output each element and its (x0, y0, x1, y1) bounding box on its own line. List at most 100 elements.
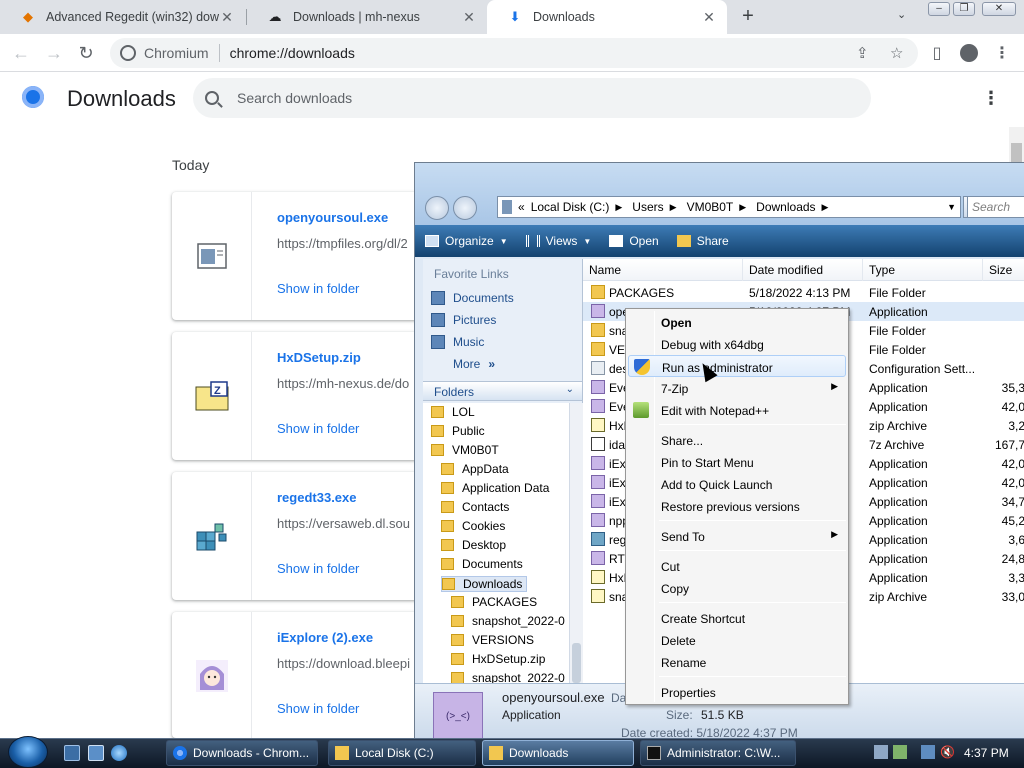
share-button[interactable]: Share (676, 234, 729, 248)
tree-folder-item[interactable]: Application Data (441, 481, 549, 495)
chevron-right-icon[interactable]: ▶ (670, 202, 677, 213)
favorite-pictures[interactable]: Pictures (431, 313, 496, 327)
tree-folder-item[interactable]: VM0B0T (431, 443, 499, 457)
tree-folder-item[interactable]: snapshot_2022-0 (451, 614, 565, 628)
display-icon[interactable] (921, 745, 935, 759)
page-scrollbar-thumb[interactable] (1011, 143, 1022, 163)
tree-folder-item[interactable]: Downloads (441, 576, 528, 592)
search-downloads-input[interactable]: Search downloads (193, 78, 871, 118)
tree-folder-item[interactable]: AppData (441, 462, 509, 476)
views-button[interactable]: Views ▼ (525, 234, 591, 248)
volume-muted-icon[interactable]: 🔇 (940, 745, 955, 759)
taskbar-button[interactable]: Local Disk (C:) (328, 740, 476, 766)
address-bar[interactable]: Chromium chrome://downloads ⇪ ☆ (110, 38, 918, 68)
start-button[interactable] (8, 736, 48, 768)
column-size[interactable]: Size (983, 259, 1024, 281)
tree-scrollbar[interactable] (569, 403, 583, 685)
reload-button[interactable]: ↻ (75, 42, 97, 64)
menu-item-run-as-administrator[interactable]: Run as administrator (628, 355, 846, 377)
explorer-search-input[interactable]: Search (967, 196, 1024, 218)
download-url[interactable]: https://tmpfiles.org/dl/2 (277, 236, 408, 251)
close-window-button[interactable]: ✕ (982, 2, 1016, 16)
menu-item-debug-with-x64dbg[interactable]: Debug with x64dbg (628, 333, 846, 355)
tree-folder-item[interactable]: Cookies (441, 519, 505, 533)
file-row[interactable]: PACKAGES 5/18/2022 4:13 PM File Folder (583, 283, 1024, 302)
tab-advanced-regedit[interactable]: ◆ Advanced Regedit (win32) downl ✕ (0, 0, 245, 34)
download-url[interactable]: https://versaweb.dl.sou (277, 516, 410, 531)
taskbar-button[interactable]: Downloads (482, 740, 634, 766)
show-in-folder-link[interactable]: Show in folder (277, 421, 359, 436)
address-segment[interactable]: VM0B0T (687, 200, 734, 214)
bookmark-star-icon[interactable]: ☆ (890, 44, 903, 62)
tab-search-button[interactable]: ⌄ (897, 8, 906, 21)
menu-item-create-shortcut[interactable]: Create Shortcut (628, 607, 846, 629)
more-options-icon[interactable]: ⋮ (982, 88, 1000, 108)
menu-item-share[interactable]: Share... (628, 429, 846, 451)
share-icon[interactable]: ⇪ (856, 44, 869, 62)
side-panel-icon[interactable]: ▯ (926, 42, 948, 64)
tree-folder-item[interactable]: HxDSetup.zip (451, 652, 545, 666)
chevron-right-icon[interactable]: ▶ (739, 202, 746, 213)
menu-item-send-to[interactable]: Send To ▶ (628, 525, 846, 547)
close-icon[interactable]: ✕ (701, 9, 717, 25)
menu-item-edit-with-notepad[interactable]: Edit with Notepad++ (628, 399, 846, 421)
favorite-music[interactable]: Music (431, 335, 484, 349)
minimize-button[interactable]: – (928, 2, 950, 16)
column-type[interactable]: Type (863, 259, 983, 281)
tree-folder-item[interactable]: VERSIONS (451, 633, 534, 647)
forward-button[interactable]: → (43, 42, 65, 64)
tray-app-icon[interactable] (893, 745, 907, 759)
switch-windows-icon[interactable] (88, 745, 104, 761)
chevron-down-icon[interactable]: ▼ (947, 202, 956, 212)
menu-item-cut[interactable]: Cut (628, 555, 846, 577)
show-in-folder-link[interactable]: Show in folder (277, 701, 359, 716)
tree-folder-item[interactable]: Desktop (441, 538, 506, 552)
menu-item-copy[interactable]: Copy (628, 577, 846, 599)
show-desktop-icon[interactable] (64, 745, 80, 761)
organize-button[interactable]: Organize ▼ (425, 234, 508, 248)
menu-item-pin-to-start-menu[interactable]: Pin to Start Menu (628, 451, 846, 473)
menu-kebab-icon[interactable]: ⋮ (991, 42, 1013, 64)
menu-item-restore-previous-versions[interactable]: Restore previous versions (628, 495, 846, 517)
explorer-address-bar[interactable]: « Local Disk (C:) ▶ Users ▶ VM0B0T ▶ Downlo… (497, 196, 961, 218)
address-segment[interactable]: Downloads (756, 200, 815, 214)
network-icon[interactable] (874, 745, 888, 759)
address-segment[interactable]: Users (632, 200, 663, 214)
column-date-modified[interactable]: Date modified (743, 259, 863, 281)
favorites-more-link[interactable]: More » (453, 357, 495, 371)
download-filename-link[interactable]: iExplore (2).exe (277, 630, 373, 645)
download-url[interactable]: https://download.bleepi (277, 656, 410, 671)
menu-item-7-zip[interactable]: 7-Zip ▶ (628, 377, 846, 399)
close-icon[interactable]: ✕ (219, 9, 235, 25)
tree-folder-item[interactable]: LOL (431, 405, 475, 419)
download-filename-link[interactable]: regedt33.exe (277, 490, 357, 505)
address-segment[interactable]: Local Disk (C:) (531, 200, 610, 214)
back-button[interactable]: ← (10, 42, 32, 64)
new-tab-button[interactable]: + (737, 5, 759, 27)
show-in-folder-link[interactable]: Show in folder (277, 561, 359, 576)
menu-item-open[interactable]: Open (628, 311, 846, 333)
tab-mh-nexus[interactable]: ☁ Downloads | mh-nexus ✕ (247, 0, 487, 34)
close-icon[interactable]: ✕ (461, 9, 477, 25)
tree-scrollbar-thumb[interactable] (572, 643, 581, 683)
show-in-folder-link[interactable]: Show in folder (277, 281, 359, 296)
tree-folder-item[interactable]: PACKAGES (451, 595, 537, 609)
favorite-documents[interactable]: Documents (431, 291, 514, 305)
download-filename-link[interactable]: openyoursoul.exe (277, 210, 388, 225)
tree-folder-item[interactable]: Documents (441, 557, 523, 571)
open-button[interactable]: Open (609, 234, 659, 248)
taskbar-clock[interactable]: 4:37 PM (964, 746, 1009, 760)
menu-item-properties[interactable]: Properties (628, 681, 846, 703)
maximize-button[interactable]: ❐ (953, 2, 975, 16)
menu-item-delete[interactable]: Delete (628, 629, 846, 651)
download-url[interactable]: https://mh-nexus.de/do (277, 376, 409, 391)
profile-avatar-icon[interactable] (958, 42, 980, 64)
tree-folder-item[interactable]: Contacts (441, 500, 509, 514)
chevron-right-icon[interactable]: ▶ (615, 202, 622, 213)
tab-downloads[interactable]: ⬇ Downloads ✕ (487, 0, 727, 34)
taskbar-button[interactable]: Downloads - Chrom... (166, 740, 318, 766)
menu-item-rename[interactable]: Rename (628, 651, 846, 673)
folders-header[interactable]: Folders ⌄ (423, 381, 582, 401)
tree-folder-item[interactable]: Public (431, 424, 485, 438)
chevron-right-icon[interactable]: ▶ (822, 202, 829, 213)
